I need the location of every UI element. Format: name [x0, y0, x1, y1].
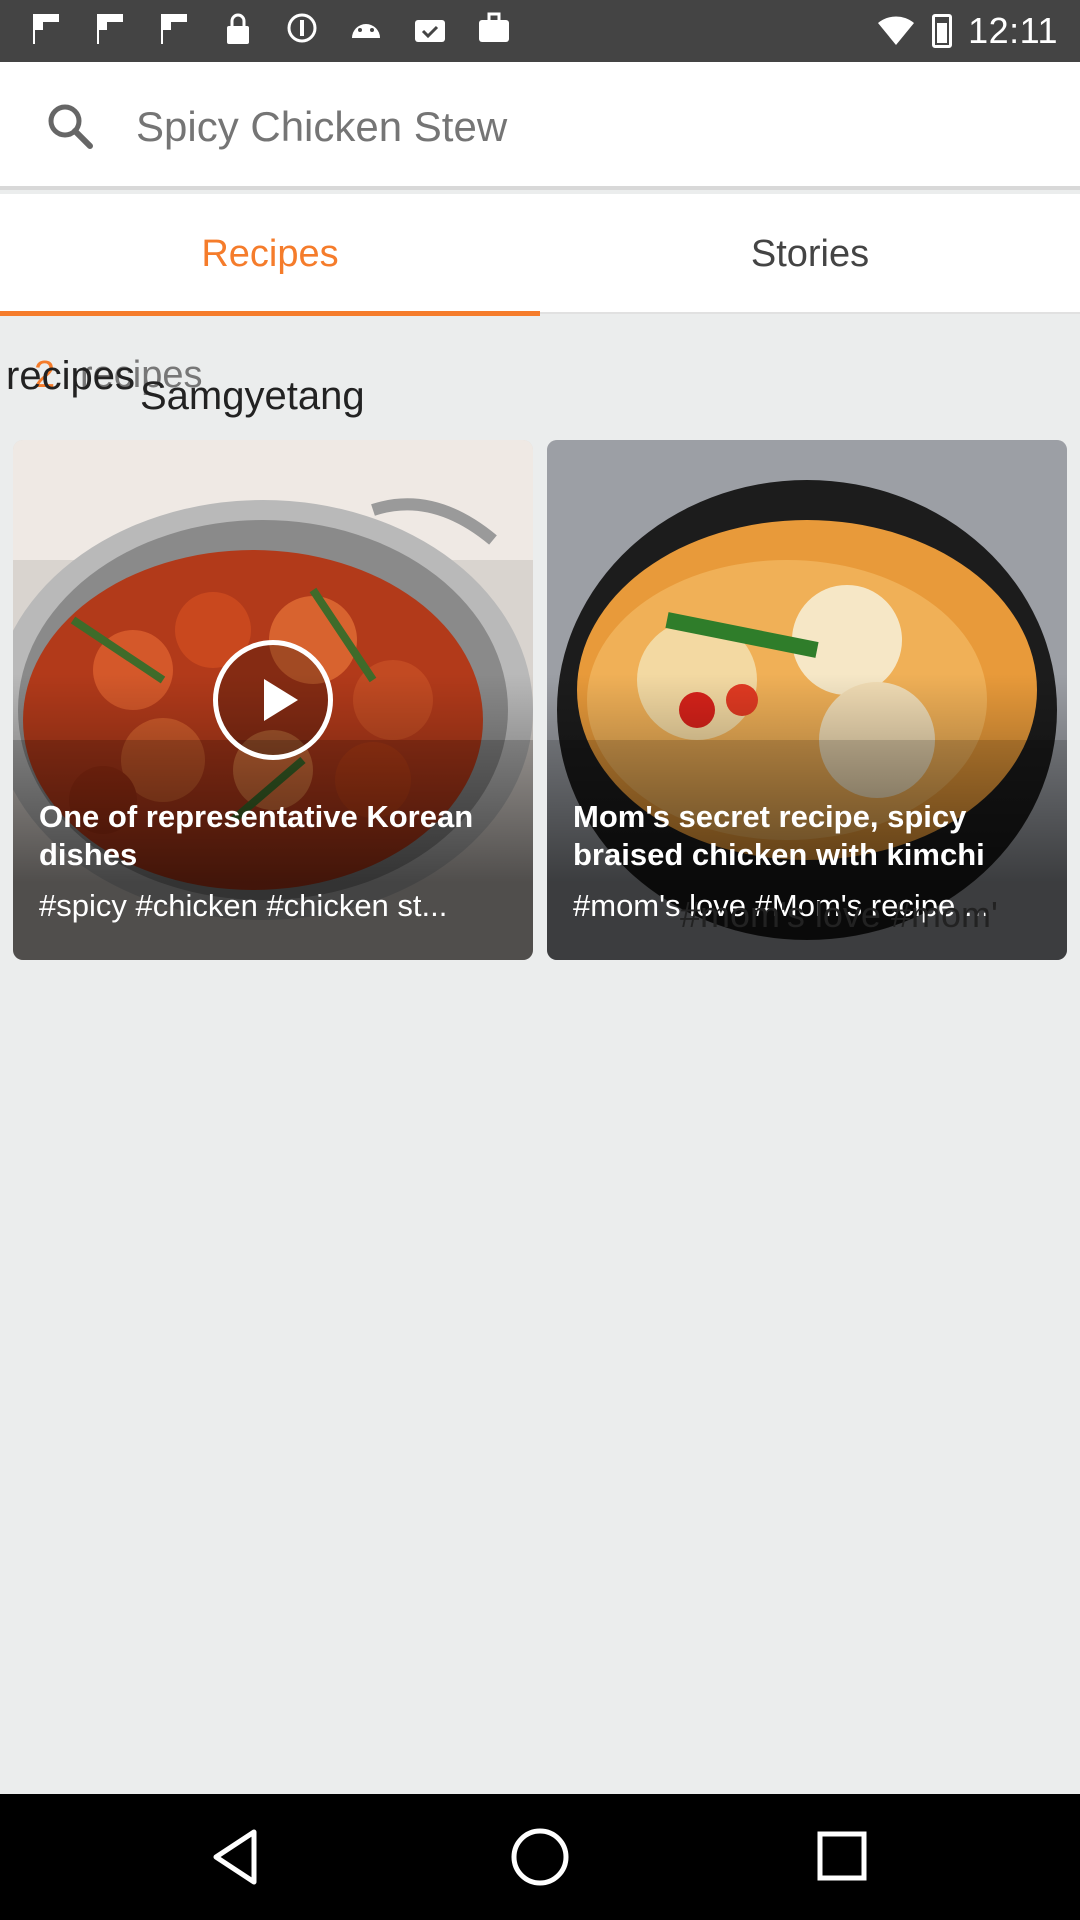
results-content: 2 recipes recipes Samgyetang One of repr…: [0, 316, 1080, 1794]
battery-icon: [932, 14, 953, 48]
navigation-bar: [0, 1794, 1080, 1920]
android-icon: [344, 12, 388, 50]
recipe-title: One of representative Korean dishes: [39, 799, 474, 872]
recipe-card[interactable]: Mom's secret recipe, spicy braised chick…: [547, 440, 1067, 960]
recipe-card[interactable]: One of representative Korean dishes #spi…: [13, 440, 533, 960]
clock: 12:11: [968, 10, 1058, 51]
overlay-keyword: Samgyetang: [140, 374, 365, 418]
wifi-icon: [876, 15, 916, 47]
check-bag-icon: [408, 12, 452, 50]
recipe-tags: #spicy #chicken #chicken st...: [39, 888, 448, 923]
tab-recipes[interactable]: Recipes: [0, 194, 540, 316]
card-shade: [547, 440, 1067, 960]
overlay-tags: #mom's love #mom': [680, 894, 998, 935]
system-status: 12:11: [876, 0, 1058, 62]
tab-stories[interactable]: Stories: [540, 194, 1080, 314]
overlay-label: recipes: [6, 354, 135, 398]
flipboard-icon: [24, 12, 68, 50]
recent-apps-icon[interactable]: [810, 1824, 876, 1890]
bag-icon: [472, 12, 516, 50]
status-bar: 12:11: [0, 0, 1080, 62]
back-icon[interactable]: [204, 1824, 270, 1890]
flipboard-icon: [88, 12, 132, 50]
lock-icon: [216, 12, 260, 50]
flipboard-icon: [152, 12, 196, 50]
info-icon: [280, 12, 324, 50]
home-icon[interactable]: [507, 1824, 573, 1890]
play-icon[interactable]: [213, 640, 333, 760]
recipe-title: Mom's secret recipe, spicy braised chick…: [573, 799, 985, 872]
search-bar: [0, 62, 1080, 190]
search-icon[interactable]: [44, 100, 96, 152]
result-tabs: Recipes Stories: [0, 194, 1080, 316]
search-input[interactable]: [136, 92, 1036, 162]
notification-icons: [24, 12, 516, 50]
